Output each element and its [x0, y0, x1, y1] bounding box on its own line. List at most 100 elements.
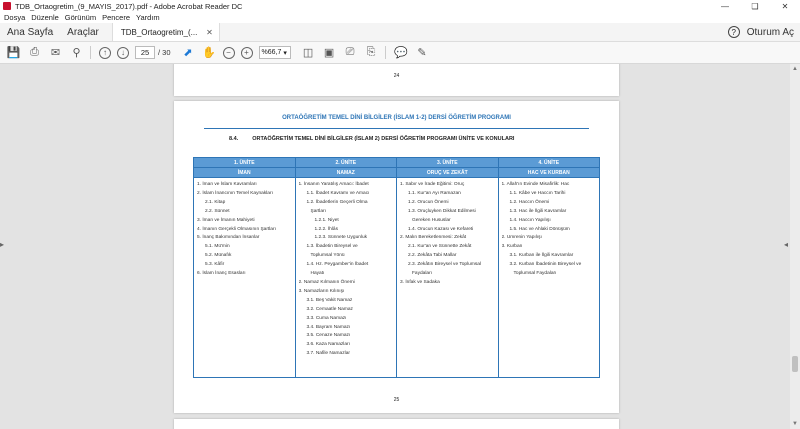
email-icon[interactable]: ✉	[48, 45, 63, 60]
topic-item: 2.2. Zekâta Tabi Mallar	[408, 253, 457, 259]
select-cursor-icon[interactable]: ⬈	[181, 45, 196, 60]
comment-icon[interactable]: 💬	[394, 45, 409, 60]
topic-item: 2. Malın Bereketlenmesi: Zekât	[400, 235, 467, 241]
search-icon[interactable]: ⚲	[69, 45, 84, 60]
section-title: ORTAÖĞRETİM TEMEL DİNİ BİLGİLER (İSLAM 2…	[252, 136, 515, 142]
toolbar-divider	[384, 46, 386, 59]
next-page-icon[interactable]: ↓	[117, 46, 129, 59]
section-number: 8.4.	[229, 136, 239, 142]
page-number-24: 24	[393, 73, 400, 79]
topic-item: 1.1. Kâbe ve Haccın Tarihi	[509, 190, 566, 196]
tab-document[interactable]: TDB_Ortaogretim_(... ✕	[111, 23, 220, 41]
pdf-page-24: 24	[174, 64, 619, 96]
topic-item: 3.1. Beş Vakit Namaz	[306, 297, 353, 303]
topic-item: 5. İnanç Bakımından İnsanlar	[197, 235, 260, 241]
menu-view[interactable]: Görünüm	[65, 13, 96, 22]
menu-bar: Dosya Düzenle Görünüm Pencere Yardım	[0, 12, 800, 23]
tab-home[interactable]: Ana Sayfa	[0, 23, 60, 41]
rotate-icon[interactable]: ⎚	[343, 45, 358, 60]
close-window-button[interactable]: ✕	[770, 0, 800, 12]
topic-item: 2.1. Kitap	[205, 199, 226, 205]
topic-item: 1.3. Oruçluyken Dikkat Edilmesi	[408, 208, 476, 214]
topic-item: Toplumsal Yönü	[310, 253, 345, 259]
topic-item: 3.5. Cenaze Namazı	[306, 333, 351, 339]
topic-item: 3. İman ve İmanın Mahiyeti	[197, 217, 255, 223]
topic-item: 1.3. Hac ile İlgili Kavramlar	[509, 208, 567, 214]
topic-item: 1.2. İbadetlerin Geçerli Olma	[306, 199, 368, 205]
topic-item: Hayatı	[310, 271, 325, 277]
topic-item: 1. Allah'ın Evinde Misafirlik: Hac	[501, 182, 570, 187]
left-pane-toggle-icon[interactable]: ▸	[0, 240, 6, 252]
save-icon[interactable]: 💾	[6, 45, 21, 60]
topic-item: 1.5. Hac ve Ahlaki Dönüşüm	[509, 226, 570, 232]
topic-item: 1.3. İbadetin Bireysel ve	[306, 244, 358, 250]
topic-item: 3.7. Nafile Namazlar	[306, 351, 350, 357]
window-title: TDB_Ortaogretim_(9_MAYIS_2017).pdf - Ado…	[15, 1, 243, 11]
menu-edit[interactable]: Düzenle	[31, 13, 59, 22]
topic-item: 3. Namazların Kılınışı	[298, 288, 345, 294]
unit-name: ORUÇ VE ZEKÂT	[397, 168, 498, 178]
topic-item: 1.2. Orucun Önemi	[408, 199, 449, 205]
unit-topics: 1. İnsanın Yaratılış Amacı: İbadet 1.1. …	[296, 178, 397, 362]
topic-item: 1. İnsanın Yaratılış Amacı: İbadet	[298, 182, 369, 187]
unit-column: 3. ÜNİTE ORUÇ VE ZEKÂT 1. Sabır ve İrade…	[397, 158, 499, 377]
highlight-pen-icon[interactable]: ✎	[415, 45, 430, 60]
hand-tool-icon[interactable]: ✋	[202, 45, 217, 60]
toolbar: 💾 ⎙ ✉ ⚲ ↑ ↓ 25 / 30 ⬈ ✋ − + %66,7 ▾ ◫ ▣ …	[0, 42, 800, 64]
unit-topics: 1. Allah'ın Evinde Misafirlik: Hac 1.1. …	[499, 178, 600, 282]
menu-window[interactable]: Pencere	[102, 13, 130, 22]
unit-topics: 1. İman ve İslam Kavramları 2. İslam İna…	[194, 178, 295, 282]
page-number-input[interactable]: 25	[135, 46, 155, 59]
topic-item: 4. İmanın Gerçekli Olmasının Şartları	[197, 226, 276, 232]
scroll-down-icon[interactable]: ▼	[792, 421, 798, 427]
zoom-out-icon[interactable]: −	[222, 46, 235, 59]
topic-item: 1.4. Hz. Peygamber'in İbadet	[306, 262, 369, 268]
vertical-scrollbar[interactable]: ▲ ▼	[790, 64, 800, 429]
topic-item: 5.1. Mü'min	[205, 244, 230, 250]
fit-page-icon[interactable]: ◫	[301, 45, 316, 60]
topic-item: 2. Namaz Kılmanın Önemi	[298, 279, 355, 285]
close-tab-icon[interactable]: ✕	[206, 28, 213, 37]
zoom-value: %66,7	[261, 49, 282, 56]
topic-item: 1.1. Kur'an Ayı Ramazan	[408, 190, 461, 196]
sign-in-link[interactable]: Oturum Aç	[747, 27, 794, 38]
tab-tools[interactable]: Araçlar	[60, 23, 106, 41]
topic-item: 3.1. Kurban ile İlgili Kavramlar	[509, 253, 574, 259]
topic-item: 3. Kurban	[501, 244, 523, 250]
document-viewport[interactable]: ▸ ◂ 24 ORTAÖĞRETİM TEMEL DİNİ BİLGİLER (…	[0, 64, 800, 429]
unit-topics: 1. Sabır ve İrade Eğitimi: Oruç 1.1. Kur…	[397, 178, 498, 291]
topic-item: 6. İslam İnanç Esasları	[197, 271, 246, 277]
menu-file[interactable]: Dosya	[4, 13, 25, 22]
scrollbar-thumb[interactable]	[792, 356, 798, 372]
unit-label: 2. ÜNİTE	[295, 158, 396, 168]
topic-item: 2. İslam İnancının Temel Kaynakları	[197, 190, 273, 196]
unit-label: 4. ÜNİTE	[498, 158, 599, 168]
tab-bar: Ana Sayfa Araçlar TDB_Ortaogretim_(... ✕…	[0, 23, 800, 42]
menu-help[interactable]: Yardım	[136, 13, 160, 22]
scroll-mode-icon[interactable]: ⎘	[364, 45, 379, 60]
topic-item: 3.2. Kurban İbadetinin Bireysel ve	[509, 262, 582, 268]
units-table: 1. ÜNİTE İMAN 1. İman ve İslam Kavramlar…	[193, 157, 600, 378]
pdf-page-25: ORTAÖĞRETİM TEMEL DİNİ BİLGİLER (İSLAM 1…	[174, 101, 619, 413]
topic-item: Gereken Hususlar	[412, 217, 451, 223]
topic-item: 1.2.3. Sünnete Uygunluk	[314, 235, 368, 241]
scroll-up-icon[interactable]: ▲	[792, 66, 798, 72]
maximize-button[interactable]: ❑	[740, 0, 770, 12]
acrobat-app-icon	[3, 2, 11, 10]
minimize-button[interactable]: —	[710, 0, 740, 12]
fit-width-icon[interactable]: ▣	[322, 45, 337, 60]
previous-page-icon[interactable]: ↑	[99, 46, 111, 59]
topic-item: 1.2.1. Niyet	[314, 217, 339, 223]
unit-label: 3. ÜNİTE	[397, 158, 498, 168]
unit-name: İMAN	[194, 168, 295, 178]
document-header: ORTAÖĞRETİM TEMEL DİNİ BİLGİLER (İSLAM 1…	[282, 115, 511, 121]
topic-item: 1.1. İbadet Kavramı ve Amacı	[306, 190, 370, 196]
topic-item: 5.3. Kâfir	[205, 262, 225, 268]
print-icon[interactable]: ⎙	[27, 45, 42, 60]
unit-column: 4. ÜNİTE HAC VE KURBAN 1. Allah'ın Evind…	[498, 158, 600, 377]
zoom-select[interactable]: %66,7 ▾	[258, 46, 291, 59]
zoom-in-icon[interactable]: +	[240, 46, 253, 59]
topic-item: 3. İnfak ve Sadaka	[400, 279, 440, 285]
topic-item: 2.2. Sünnet	[205, 208, 230, 214]
help-icon[interactable]: ?	[727, 26, 740, 38]
